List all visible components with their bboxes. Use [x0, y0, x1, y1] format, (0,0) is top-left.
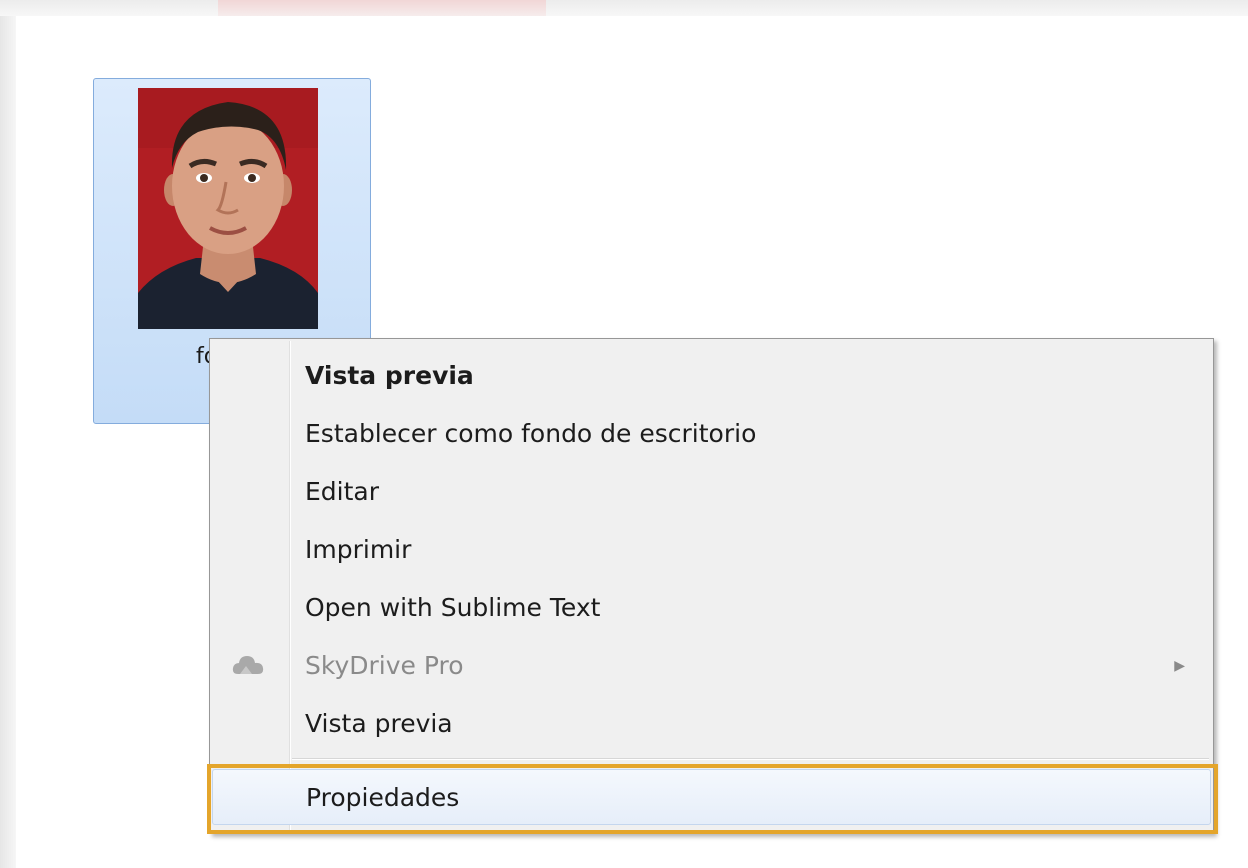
portrait-image	[138, 88, 318, 329]
menu-item-label: Establecer como fondo de escritorio	[305, 419, 757, 448]
menu-item-open-with-sublime[interactable]: Open with Sublime Text	[212, 580, 1211, 636]
context-menu: Vista previa Establecer como fondo de es…	[209, 338, 1214, 834]
window-left-edge	[0, 16, 16, 868]
skydrive-cloud-icon	[230, 652, 266, 680]
photo-thumbnail	[138, 88, 318, 329]
menu-item-label: Vista previa	[305, 709, 453, 738]
menu-item-label: Propiedades	[306, 783, 460, 812]
menu-item-vista-previa-default[interactable]: Vista previa	[212, 348, 1211, 404]
menu-item-set-desktop-background[interactable]: Establecer como fondo de escritorio	[212, 406, 1211, 462]
window-top-strip	[0, 0, 1248, 16]
menu-separator	[292, 758, 1209, 760]
menu-item-skydrive-pro[interactable]: SkyDrive Pro ▶	[212, 638, 1211, 694]
menu-item-label: Editar	[305, 477, 380, 506]
menu-item-vista-previa[interactable]: Vista previa	[212, 696, 1211, 752]
menu-item-label: Vista previa	[305, 361, 474, 390]
menu-item-label: SkyDrive Pro	[305, 651, 464, 680]
menu-item-propiedades[interactable]: Propiedades	[212, 769, 1211, 825]
tab-tint	[218, 0, 546, 16]
menu-item-editar[interactable]: Editar	[212, 464, 1211, 520]
screenshot-stage: foto_ej tac Vista previa Establecer como…	[0, 0, 1248, 868]
menu-item-label: Imprimir	[305, 535, 412, 564]
menu-item-label: Open with Sublime Text	[305, 593, 601, 622]
menu-item-imprimir[interactable]: Imprimir	[212, 522, 1211, 578]
submenu-arrow-icon: ▶	[1174, 658, 1185, 674]
